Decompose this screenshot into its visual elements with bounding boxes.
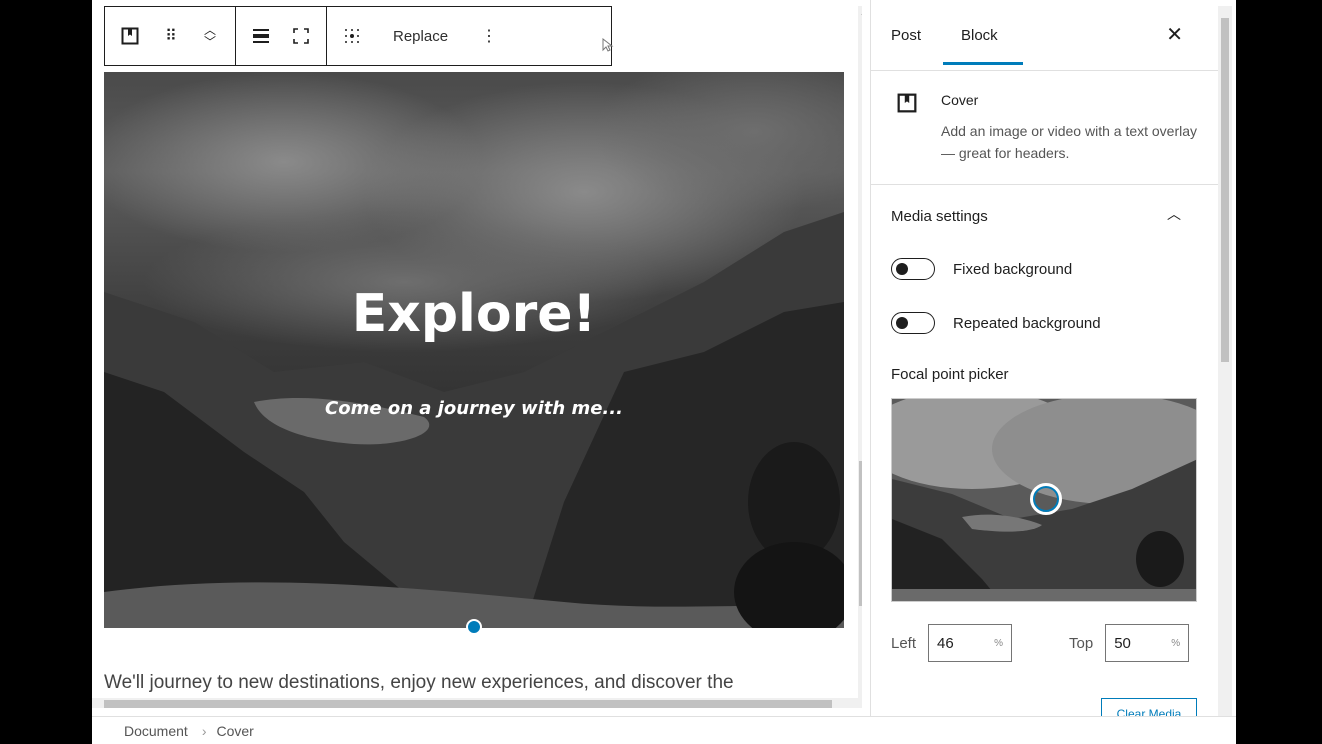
media-settings-heading[interactable]: Media settings bbox=[891, 208, 988, 225]
left-input[interactable]: 46 % bbox=[928, 624, 1013, 662]
editor-canvas: ⠿ ︿ ﹀ Replace ⋮ Explore! Come on a journ… bbox=[92, 0, 862, 708]
toolbar-group-align bbox=[236, 7, 327, 65]
block-name: Cover bbox=[941, 92, 979, 108]
fixed-background-toggle[interactable] bbox=[891, 258, 935, 280]
top-coordinate: Top 50 % bbox=[1069, 624, 1190, 662]
left-unit: % bbox=[994, 637, 1004, 649]
left-label: Left bbox=[891, 634, 917, 652]
block-description: Add an image or video with a text overla… bbox=[941, 123, 1198, 161]
chevron-down-icon[interactable]: ﹀ bbox=[204, 36, 216, 48]
chevron-up-icon[interactable]: ︿ bbox=[1167, 204, 1181, 224]
repeated-background-toggle[interactable] bbox=[891, 312, 935, 334]
editor-hscroll-thumb[interactable] bbox=[104, 700, 832, 708]
divider bbox=[871, 184, 1221, 185]
breadcrumb-cover[interactable]: Cover bbox=[216, 723, 253, 739]
cover-background-image bbox=[104, 72, 844, 628]
scroll-up-arrow-icon[interactable]: ▲ bbox=[860, 10, 862, 17]
clear-media-button[interactable]: Clear Media bbox=[1101, 698, 1197, 716]
mouse-cursor-icon bbox=[602, 38, 614, 52]
toolbar-group-media: Replace ⋮ bbox=[327, 7, 514, 65]
fixed-background-label: Fixed background bbox=[953, 260, 1073, 278]
focal-point-label: Focal point picker bbox=[891, 366, 1009, 383]
editor-app: ⠿ ︿ ﹀ Replace ⋮ Explore! Come on a journ… bbox=[92, 0, 1236, 744]
fixed-background-row: Fixed background bbox=[891, 258, 1072, 280]
replace-button[interactable]: Replace bbox=[377, 28, 464, 45]
toggle-knob bbox=[896, 263, 908, 275]
fullscreen-icon[interactable] bbox=[286, 18, 316, 54]
more-options-icon[interactable]: ⋮ bbox=[474, 18, 504, 54]
left-value: 46 bbox=[937, 634, 954, 652]
tab-block[interactable]: Block bbox=[961, 27, 998, 44]
focal-point-picker[interactable] bbox=[891, 398, 1197, 602]
breadcrumb-separator-icon: › bbox=[201, 723, 207, 739]
settings-sidebar: Post Block ✕ Cover Add an image or video… bbox=[870, 0, 1221, 716]
sidebar-scrollbar[interactable] bbox=[1218, 6, 1232, 716]
tab-post[interactable]: Post bbox=[891, 27, 921, 44]
focal-point-handle[interactable] bbox=[1030, 483, 1062, 515]
cover-icon bbox=[897, 93, 917, 113]
content-position-icon[interactable] bbox=[337, 18, 367, 54]
breadcrumb-document[interactable]: Document bbox=[124, 723, 188, 739]
toggle-knob bbox=[896, 317, 908, 329]
repeated-background-label: Repeated background bbox=[953, 314, 1101, 332]
cover-subtitle[interactable]: Come on a journey with me... bbox=[104, 398, 844, 419]
cover-block-icon[interactable] bbox=[115, 18, 145, 54]
block-toolbar: ⠿ ︿ ﹀ Replace ⋮ bbox=[104, 6, 612, 66]
left-coordinate: Left 46 % bbox=[891, 624, 1013, 662]
toolbar-group-block: ⠿ ︿ ﹀ bbox=[105, 7, 236, 65]
intro-paragraph[interactable]: We'll journey to new destinations, enjoy… bbox=[104, 672, 734, 694]
editor-scroll-thumb[interactable] bbox=[859, 461, 862, 606]
top-unit: % bbox=[1171, 637, 1181, 649]
active-tab-indicator bbox=[943, 62, 1023, 65]
align-icon[interactable] bbox=[246, 18, 276, 54]
cover-resize-handle[interactable] bbox=[466, 619, 482, 635]
editor-vertical-scrollbar[interactable]: ▲ bbox=[858, 6, 862, 708]
cover-title[interactable]: Explore! bbox=[104, 284, 844, 344]
breadcrumb: Document › Cover bbox=[92, 716, 1236, 744]
close-icon[interactable]: ✕ bbox=[1166, 22, 1183, 47]
drag-handle-icon[interactable]: ⠿ bbox=[155, 18, 185, 54]
cover-block[interactable]: Explore! Come on a journey with me... bbox=[104, 72, 844, 628]
top-label: Top bbox=[1069, 634, 1094, 652]
move-up-down-icon[interactable]: ︿ ﹀ bbox=[195, 18, 225, 54]
sidebar-scroll-thumb[interactable] bbox=[1221, 18, 1229, 362]
top-input[interactable]: 50 % bbox=[1105, 624, 1190, 662]
top-value: 50 bbox=[1114, 634, 1131, 652]
sidebar-tabs: Post Block ✕ bbox=[871, 0, 1221, 71]
repeated-background-row: Repeated background bbox=[891, 312, 1101, 334]
editor-horizontal-scrollbar[interactable] bbox=[92, 698, 858, 708]
